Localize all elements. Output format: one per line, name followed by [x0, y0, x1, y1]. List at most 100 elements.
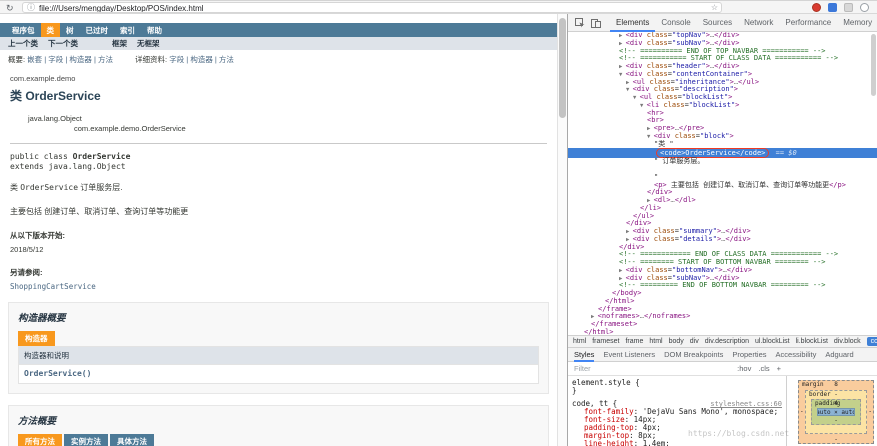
sidebar-tab-accessibility[interactable]: Accessibility — [776, 350, 817, 359]
section-links[interactable]: 字段 | 构造器 | 方法 — [169, 55, 234, 64]
extension-icon-red[interactable] — [812, 3, 821, 12]
extension-icons — [812, 3, 869, 12]
breadcrumb-li.blockList[interactable]: li.blockList — [796, 338, 828, 345]
extension-icon-blue[interactable] — [828, 3, 837, 12]
tab-索引[interactable]: 索引 — [114, 23, 141, 37]
devtools-tab-memory[interactable]: Memory — [837, 14, 877, 32]
tab-所有方法[interactable]: 所有方法 — [18, 434, 62, 446]
nav-link[interactable]: 上一个类 — [8, 38, 38, 49]
device-toolbar-icon[interactable] — [591, 17, 601, 29]
tab-实例方法[interactable]: 实例方法 — [64, 434, 108, 446]
filter-control[interactable]: .cls — [758, 364, 769, 373]
info-icon[interactable]: ⓘ — [27, 3, 35, 12]
dom-tree-node[interactable]: ▶ <div class="details">…</div> — [568, 236, 877, 244]
see-also-link[interactable]: ShoppingCartService — [10, 282, 557, 291]
inheritance-child: com.example.demo.OrderService — [74, 124, 557, 134]
dom-tree-node[interactable] — [568, 166, 877, 174]
address-bar[interactable]: ⓘ file:///Users/mengday/Desktop/POS/inde… — [22, 2, 722, 13]
reload-icon[interactable]: ↻ — [6, 2, 14, 14]
dom-tree-node[interactable]: <code>OrderService</code> == $0 — [568, 148, 877, 158]
dom-tree-node[interactable]: ▼ <div class="block"> — [568, 133, 877, 141]
tab-已过时[interactable]: 已过时 — [80, 23, 115, 37]
divider — [10, 143, 547, 144]
dom-tree-node[interactable]: </div> — [568, 189, 877, 197]
tab-类[interactable]: 类 — [41, 23, 61, 37]
sidebar-tab-properties[interactable]: Properties — [732, 350, 766, 359]
nav-link[interactable]: 无框架 — [137, 38, 160, 49]
constructor-summary-section: 构造器概要 构造器 构造器和说明 OrderService() — [8, 302, 549, 394]
page-scrollbar[interactable] — [557, 14, 567, 446]
content-size: auto × auto — [817, 409, 855, 416]
breadcrumb-div[interactable]: div — [690, 338, 699, 345]
inspect-element-icon[interactable] — [575, 17, 585, 29]
javadoc-summary-links: 概要: 嵌套 | 字段 | 构造器 | 方法详细资料: 字段 | 构造器 | 方… — [0, 50, 557, 67]
tree-scrollbar-thumb[interactable] — [871, 34, 876, 96]
margin-right-value[interactable]: - — [868, 409, 872, 416]
padding-bottom-value[interactable]: - — [812, 417, 860, 424]
class-name-code: OrderService — [20, 183, 78, 192]
dom-tree-node[interactable]: ▶ <dl>…</dl> — [568, 197, 877, 205]
filter-control[interactable]: + — [777, 364, 781, 373]
tree-scrollbar[interactable] — [871, 34, 876, 333]
sidebar-tab-adguard[interactable]: Adguard — [825, 350, 853, 359]
dom-tree-node[interactable]: <hr> — [568, 110, 877, 118]
tab-构造器[interactable]: 构造器 — [18, 331, 55, 346]
constructor-tab: 构造器 — [18, 331, 539, 346]
page-scrollbar-thumb[interactable] — [559, 18, 566, 118]
breadcrumb-div.block[interactable]: div.block — [834, 338, 861, 345]
box-model-padding[interactable]: padding 4 - auto × auto — [811, 399, 861, 425]
box-model-content[interactable]: auto × auto — [817, 408, 855, 416]
dom-tree-node[interactable]: ▼ <li class="blockList"> — [568, 102, 877, 110]
margin-bottom-value[interactable]: - — [799, 436, 873, 443]
tab-具体方法[interactable]: 具体方法 — [110, 434, 154, 446]
section-links[interactable]: 嵌套 | 字段 | 构造器 | 方法 — [27, 55, 113, 64]
border-top-value[interactable]: - — [806, 391, 866, 398]
devtools-tab-sources[interactable]: Sources — [697, 14, 738, 32]
breadcrumb-div.description[interactable]: div.description — [705, 338, 749, 345]
breadcrumb-html[interactable]: html — [573, 338, 586, 345]
stylesheet-link[interactable]: stylesheet.css:60 — [710, 400, 782, 408]
box-model-border[interactable]: border - padding 4 - auto × auto — [805, 390, 867, 434]
breadcrumb-ul.blockList[interactable]: ul.blockList — [755, 338, 790, 345]
dom-tree-node[interactable]: "类 " — [568, 141, 877, 149]
tab-树[interactable]: 树 — [60, 23, 80, 37]
javadoc-page: 程序包类树已过时索引帮助 上一个类下一个类 框架无框架 概要: 嵌套 | 字段 … — [0, 14, 557, 446]
breadcrumb-code[interactable]: code — [867, 337, 877, 346]
extension-icon-circle[interactable] — [860, 3, 869, 12]
bookmark-star-icon[interactable]: ☆ — [711, 3, 718, 12]
breadcrumb-body[interactable]: body — [669, 338, 684, 345]
dom-tree-node[interactable]: </frameset> — [568, 321, 877, 329]
sidebar-tab-styles[interactable]: Styles — [574, 348, 594, 362]
devtools-tab-elements[interactable]: Elements — [610, 14, 655, 32]
devtools-tab-performance[interactable]: Performance — [779, 14, 837, 32]
margin-left-value[interactable]: - — [800, 409, 804, 416]
nav-link[interactable]: 框架 — [112, 38, 127, 49]
box-model[interactable]: margin 8 - - - border - padding 4 - aut — [798, 380, 874, 444]
css-property[interactable]: line-height: 1.4em; — [572, 440, 782, 446]
filter-control[interactable]: :hov — [737, 364, 751, 373]
devtools-tab-network[interactable]: Network — [738, 14, 779, 32]
breadcrumb-html[interactable]: html — [649, 338, 662, 345]
sidebar-tab-event-listeners[interactable]: Event Listeners — [603, 350, 655, 359]
dom-tree-node[interactable]: " 订单服务层。 — [568, 158, 877, 166]
padding-top-value[interactable]: 4 — [812, 400, 860, 407]
dom-tree-node[interactable]: </ul> — [568, 213, 877, 221]
breadcrumb-frameset[interactable]: frameset — [592, 338, 619, 345]
dom-tree-node[interactable]: <p> 主要包括 创建订单、取消订单、查询订单等功能更</p> — [568, 182, 877, 190]
tab-程序包[interactable]: 程序包 — [6, 23, 41, 37]
dom-tree-node[interactable]: <br> — [568, 117, 877, 125]
margin-top-value[interactable]: 8 — [799, 381, 873, 388]
dom-tree-node[interactable]: </li> — [568, 205, 877, 213]
devtools-tab-console[interactable]: Console — [655, 14, 696, 32]
metrics-pane: margin 8 - - - border - padding 4 - aut — [786, 376, 877, 446]
breadcrumb-frame[interactable]: frame — [625, 338, 643, 345]
tab-帮助[interactable]: 帮助 — [141, 23, 168, 37]
link-group: 概要: 嵌套 | 字段 | 构造器 | 方法 — [8, 54, 113, 65]
extension-icon-gray[interactable] — [844, 3, 853, 12]
constructor-link[interactable]: OrderService() — [24, 369, 91, 378]
package-name: com.example.demo — [10, 74, 557, 83]
styles-sidebar-tabs: Styles Event Listeners DOM Breakpoints Prop… — [568, 348, 877, 362]
sidebar-tab-dom-breakpoints[interactable]: DOM Breakpoints — [664, 350, 723, 359]
filter-input[interactable]: Filter — [574, 364, 730, 373]
nav-link[interactable]: 下一个类 — [48, 38, 78, 49]
